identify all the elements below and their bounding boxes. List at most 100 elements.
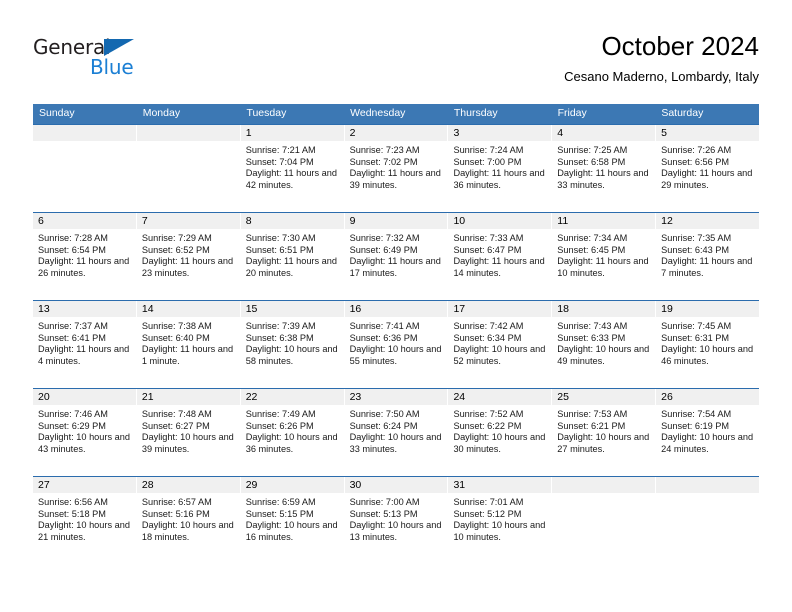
day-info: Sunrise: 6:56 AM Sunset: 5:18 PM Dayligh…: [33, 493, 136, 543]
logo-triangle-icon: [104, 39, 134, 56]
sunset-text: Sunset: 6:21 PM: [557, 420, 626, 431]
day-cell[interactable]: 11 Sunrise: 7:34 AM Sunset: 6:45 PM Dayl…: [551, 213, 656, 300]
sunset-text: Sunset: 6:56 PM: [661, 156, 730, 167]
logo-text-blue: Blue: [90, 55, 134, 79]
day-number: 5: [656, 125, 760, 141]
day-cell[interactable]: 25 Sunrise: 7:53 AM Sunset: 6:21 PM Dayl…: [551, 389, 656, 476]
day-info: [33, 141, 136, 145]
daylight-text: Daylight: 11 hours and 36 minutes.: [453, 168, 545, 190]
day-cell[interactable]: [33, 125, 136, 212]
day-number: 21: [136, 389, 240, 405]
day-cell[interactable]: 15 Sunrise: 7:39 AM Sunset: 6:38 PM Dayl…: [239, 301, 344, 388]
day-cell[interactable]: 9 Sunrise: 7:32 AM Sunset: 6:49 PM Dayli…: [343, 213, 448, 300]
day-cell[interactable]: 29 Sunrise: 6:59 AM Sunset: 5:15 PM Dayl…: [239, 477, 344, 564]
day-cell[interactable]: 18 Sunrise: 7:43 AM Sunset: 6:33 PM Dayl…: [551, 301, 656, 388]
generalblue-logo[interactable]: General Blue: [33, 36, 153, 82]
week-row: 27 Sunrise: 6:56 AM Sunset: 5:18 PM Dayl…: [33, 476, 760, 564]
day-cell[interactable]: 27 Sunrise: 6:56 AM Sunset: 5:18 PM Dayl…: [33, 477, 136, 564]
daylight-text: Daylight: 10 hours and 52 minutes.: [453, 344, 546, 366]
day-cell[interactable]: 23 Sunrise: 7:50 AM Sunset: 6:24 PM Dayl…: [343, 389, 448, 476]
daylight-text: Daylight: 10 hours and 16 minutes.: [245, 520, 338, 542]
page-subtitle: Cesano Maderno, Lombardy, Italy: [564, 69, 759, 84]
weekday-header-row: Sunday Monday Tuesday Wednesday Thursday…: [33, 104, 759, 124]
day-info: Sunrise: 7:29 AM Sunset: 6:52 PM Dayligh…: [137, 229, 240, 279]
day-cell[interactable]: 17 Sunrise: 7:42 AM Sunset: 6:34 PM Dayl…: [447, 301, 552, 388]
day-number: 19: [656, 301, 760, 317]
day-cell[interactable]: 26 Sunrise: 7:54 AM Sunset: 6:19 PM Dayl…: [655, 389, 760, 476]
day-info: Sunrise: 7:54 AM Sunset: 6:19 PM Dayligh…: [656, 405, 759, 455]
sunset-text: Sunset: 6:36 PM: [349, 332, 418, 343]
daylight-text: Daylight: 10 hours and 21 minutes.: [38, 520, 130, 542]
daylight-text: Daylight: 10 hours and 13 minutes.: [349, 520, 442, 542]
day-info: Sunrise: 7:21 AM Sunset: 7:04 PM Dayligh…: [241, 141, 344, 191]
daylight-text: Daylight: 11 hours and 33 minutes.: [557, 168, 649, 190]
day-cell[interactable]: 31 Sunrise: 7:01 AM Sunset: 5:12 PM Dayl…: [447, 477, 552, 564]
daylight-text: Daylight: 10 hours and 10 minutes.: [453, 520, 546, 542]
day-cell[interactable]: 6 Sunrise: 7:28 AM Sunset: 6:54 PM Dayli…: [33, 213, 136, 300]
daylight-text: Daylight: 10 hours and 18 minutes.: [141, 520, 234, 542]
day-cell[interactable]: 22 Sunrise: 7:49 AM Sunset: 6:26 PM Dayl…: [239, 389, 344, 476]
day-cell[interactable]: [655, 477, 760, 564]
day-cell[interactable]: 14 Sunrise: 7:38 AM Sunset: 6:40 PM Dayl…: [135, 301, 240, 388]
daylight-text: Daylight: 11 hours and 4 minutes.: [38, 344, 130, 366]
day-cell[interactable]: 20 Sunrise: 7:46 AM Sunset: 6:29 PM Dayl…: [33, 389, 136, 476]
day-cell[interactable]: 30 Sunrise: 7:00 AM Sunset: 5:13 PM Dayl…: [343, 477, 448, 564]
sunset-text: Sunset: 5:13 PM: [349, 508, 418, 519]
sunrise-text: Sunrise: 7:38 AM: [141, 321, 212, 331]
day-number: 24: [448, 389, 552, 405]
sunset-text: Sunset: 6:47 PM: [453, 244, 522, 255]
day-cell[interactable]: 4 Sunrise: 7:25 AM Sunset: 6:58 PM Dayli…: [551, 125, 656, 212]
day-cell[interactable]: 12 Sunrise: 7:35 AM Sunset: 6:43 PM Dayl…: [655, 213, 760, 300]
sunrise-text: Sunrise: 7:50 AM: [349, 409, 420, 419]
day-cell[interactable]: 7 Sunrise: 7:29 AM Sunset: 6:52 PM Dayli…: [135, 213, 240, 300]
day-cell[interactable]: 16 Sunrise: 7:41 AM Sunset: 6:36 PM Dayl…: [343, 301, 448, 388]
day-info: Sunrise: 7:52 AM Sunset: 6:22 PM Dayligh…: [448, 405, 551, 455]
daylight-text: Daylight: 11 hours and 39 minutes.: [349, 168, 441, 190]
daylight-text: Daylight: 11 hours and 23 minutes.: [141, 256, 234, 278]
day-number: 4: [552, 125, 656, 141]
day-cell[interactable]: 13 Sunrise: 7:37 AM Sunset: 6:41 PM Dayl…: [33, 301, 136, 388]
day-cell[interactable]: 8 Sunrise: 7:30 AM Sunset: 6:51 PM Dayli…: [239, 213, 344, 300]
sunrise-text: Sunrise: 7:37 AM: [38, 321, 108, 331]
daylight-text: Daylight: 10 hours and 27 minutes.: [557, 432, 650, 454]
day-cell[interactable]: 3 Sunrise: 7:24 AM Sunset: 7:00 PM Dayli…: [447, 125, 552, 212]
day-info: Sunrise: 7:23 AM Sunset: 7:02 PM Dayligh…: [345, 141, 448, 191]
day-number: 12: [656, 213, 760, 229]
day-cell[interactable]: [551, 477, 656, 564]
day-cell[interactable]: 28 Sunrise: 6:57 AM Sunset: 5:16 PM Dayl…: [135, 477, 240, 564]
day-number: 31: [448, 477, 552, 493]
day-info: Sunrise: 7:26 AM Sunset: 6:56 PM Dayligh…: [656, 141, 759, 191]
daylight-text: Daylight: 10 hours and 30 minutes.: [453, 432, 546, 454]
day-info: Sunrise: 7:41 AM Sunset: 6:36 PM Dayligh…: [345, 317, 448, 367]
daylight-text: Daylight: 11 hours and 29 minutes.: [661, 168, 753, 190]
day-info: Sunrise: 7:35 AM Sunset: 6:43 PM Dayligh…: [656, 229, 759, 279]
daylight-text: Daylight: 11 hours and 20 minutes.: [245, 256, 337, 278]
weekday-header-saturday: Saturday: [661, 107, 704, 119]
weekday-header-wednesday: Wednesday: [350, 107, 406, 119]
day-cell[interactable]: 24 Sunrise: 7:52 AM Sunset: 6:22 PM Dayl…: [447, 389, 552, 476]
day-cell[interactable]: 2 Sunrise: 7:23 AM Sunset: 7:02 PM Dayli…: [343, 125, 448, 212]
day-cell[interactable]: 1 Sunrise: 7:21 AM Sunset: 7:04 PM Dayli…: [239, 125, 344, 212]
day-cell[interactable]: 21 Sunrise: 7:48 AM Sunset: 6:27 PM Dayl…: [135, 389, 240, 476]
day-number: 22: [240, 389, 344, 405]
sunrise-text: Sunrise: 7:35 AM: [661, 233, 732, 243]
weekday-header-tuesday: Tuesday: [246, 107, 287, 119]
day-cell[interactable]: 19 Sunrise: 7:45 AM Sunset: 6:31 PM Dayl…: [655, 301, 760, 388]
day-number: [552, 477, 656, 493]
day-cell[interactable]: 5 Sunrise: 7:26 AM Sunset: 6:56 PM Dayli…: [655, 125, 760, 212]
sunrise-text: Sunrise: 7:49 AM: [245, 409, 316, 419]
day-number: 13: [33, 301, 136, 317]
sunset-text: Sunset: 6:54 PM: [38, 244, 106, 255]
sunset-text: Sunset: 7:00 PM: [453, 156, 522, 167]
day-cell[interactable]: [135, 125, 240, 212]
day-number: 26: [656, 389, 760, 405]
sunset-text: Sunset: 6:52 PM: [141, 244, 210, 255]
sunrise-text: Sunrise: 7:21 AM: [245, 145, 316, 155]
day-cell[interactable]: 10 Sunrise: 7:33 AM Sunset: 6:47 PM Dayl…: [447, 213, 552, 300]
sunrise-text: Sunrise: 7:52 AM: [453, 409, 524, 419]
day-info: Sunrise: 7:37 AM Sunset: 6:41 PM Dayligh…: [33, 317, 136, 367]
daylight-text: Daylight: 10 hours and 58 minutes.: [245, 344, 338, 366]
daylight-text: Daylight: 10 hours and 55 minutes.: [349, 344, 442, 366]
sunset-text: Sunset: 6:40 PM: [141, 332, 210, 343]
daylight-text: Daylight: 10 hours and 46 minutes.: [661, 344, 754, 366]
